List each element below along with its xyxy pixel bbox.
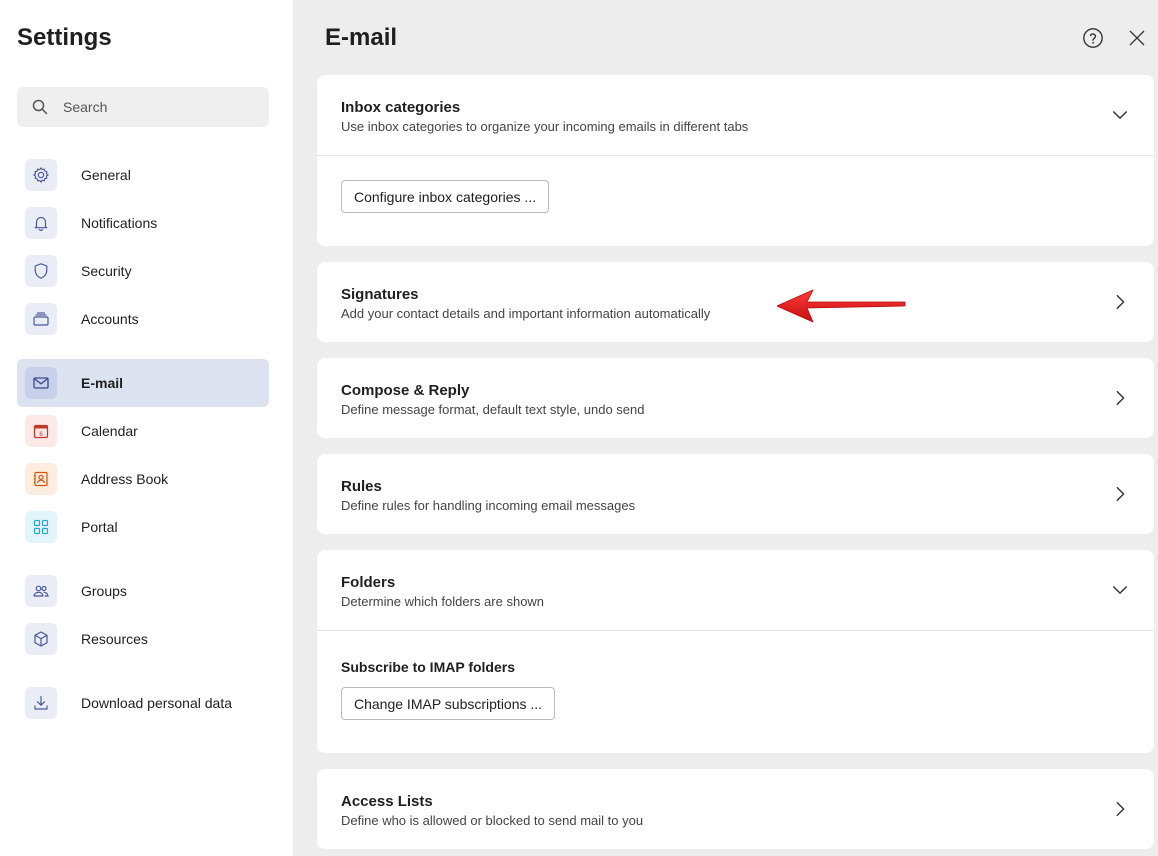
sidebar-item-label: Calendar [81, 423, 138, 439]
gear-icon [25, 159, 57, 191]
sidebar-item-calendar[interactable]: 6 Calendar [17, 407, 269, 455]
chevron-right-icon [1110, 484, 1130, 504]
chevron-right-icon [1110, 799, 1130, 819]
card-title: Inbox categories [341, 99, 461, 116]
card-inbox-categories: Inbox categories Use inbox categories to… [317, 75, 1154, 246]
card-compose-reply[interactable]: Compose & Reply Define message format, d… [317, 358, 1154, 438]
card-signatures[interactable]: Signatures Add your contact details and … [317, 262, 1154, 342]
sidebar-item-portal[interactable]: Portal [17, 503, 269, 551]
envelope-icon [25, 367, 57, 399]
shield-icon [25, 255, 57, 287]
card-title: Rules [341, 478, 382, 495]
bell-icon [25, 207, 57, 239]
close-button[interactable] [1125, 28, 1149, 52]
chevron-down-icon [1110, 580, 1130, 600]
sidebar-item-label: Download personal data [81, 695, 232, 711]
configure-inbox-categories-button[interactable]: Configure inbox categories ... [341, 180, 550, 213]
sidebar-item-security[interactable]: Security [17, 247, 269, 295]
sidebar-title: Settings [17, 24, 112, 51]
sidebar-item-general[interactable]: General [17, 151, 269, 199]
sidebar-item-groups[interactable]: Groups [17, 567, 269, 615]
card-header-compose-reply[interactable]: Compose & Reply Define message format, d… [317, 358, 1154, 438]
sidebar-item-label: Resources [81, 631, 148, 647]
sidebar-item-notifications[interactable]: Notifications [17, 199, 269, 247]
search-box[interactable] [17, 87, 269, 127]
sidebar-item-label: Portal [81, 519, 118, 535]
card-description: Use inbox categories to organize your in… [341, 119, 749, 134]
help-circle-icon [1082, 27, 1104, 54]
card-description: Determine which folders are shown [341, 594, 545, 609]
calendar-icon: 6 [25, 415, 57, 447]
download-icon [25, 687, 57, 719]
search-input[interactable] [63, 87, 263, 127]
contact-card-icon [25, 463, 57, 495]
card-title: Folders [341, 574, 396, 591]
change-imap-subscriptions-button[interactable]: Change IMAP subscriptions ... [341, 687, 556, 720]
page-title: E-mail [325, 24, 398, 51]
chevron-right-icon [1110, 292, 1130, 312]
sidebar-item-label: Notifications [81, 215, 158, 231]
annotation-arrow-icon [777, 289, 906, 323]
card-body: Configure inbox categories ... [317, 156, 1154, 246]
help-button[interactable] [1081, 27, 1105, 54]
sidebar-item-resources[interactable]: Resources [17, 615, 269, 663]
card-header-rules[interactable]: Rules Define rules for handling incoming… [317, 454, 1154, 534]
card-description: Define rules for handling incoming email… [341, 498, 636, 513]
sidebar-item-label: Address Book [81, 471, 169, 487]
card-header-inbox-categories[interactable]: Inbox categories Use inbox categories to… [317, 75, 1154, 155]
card-description: Define who is allowed or blocked to send… [341, 813, 644, 828]
card-header-access-lists[interactable]: Access Lists Define who is allowed or bl… [317, 769, 1154, 849]
sidebar-item-label: Groups [81, 583, 127, 599]
card-header-signatures[interactable]: Signatures Add your contact details and … [317, 262, 1154, 342]
sidebar-item-accounts[interactable]: Accounts [17, 295, 269, 343]
chevron-down-icon [1110, 105, 1130, 125]
card-title: Signatures [341, 286, 419, 303]
main-panel: E-mail Inbox categories Use inbox catego… [293, 0, 1158, 856]
chevron-right-icon [1110, 388, 1130, 408]
card-access-lists[interactable]: Access Lists Define who is allowed or bl… [317, 769, 1154, 849]
close-icon [1127, 28, 1147, 53]
sidebar-item-email[interactable]: E-mail [17, 359, 269, 407]
settings-window: Settings General Notifications Security [0, 0, 1158, 856]
card-description: Define message format, default text styl… [341, 402, 645, 417]
people-icon [25, 575, 57, 607]
card-title: Compose & Reply [341, 382, 470, 399]
card-body: Subscribe to IMAP folders Change IMAP su… [317, 631, 1154, 753]
sidebar-item-label: General [81, 167, 131, 183]
sidebar-item-label: Security [81, 263, 132, 279]
card-header-folders[interactable]: Folders Determine which folders are show… [317, 550, 1154, 630]
card-description: Add your contact details and important i… [341, 306, 711, 321]
section-subtitle: Subscribe to IMAP folders [341, 659, 515, 675]
cube-icon [25, 623, 57, 655]
card-rules[interactable]: Rules Define rules for handling incoming… [317, 454, 1154, 534]
sidebar-item-address-book[interactable]: Address Book [17, 455, 269, 503]
search-icon [32, 99, 48, 115]
sidebar-item-label: E-mail [81, 375, 124, 391]
sidebar-item-download-personal-data[interactable]: Download personal data [17, 679, 269, 727]
card-title: Access Lists [341, 793, 433, 810]
sidebar-item-label: Accounts [81, 311, 139, 327]
calendar-day: 6 [39, 432, 43, 438]
stack-icon [25, 303, 57, 335]
card-folders: Folders Determine which folders are show… [317, 550, 1154, 753]
grid-icon [25, 511, 57, 543]
sidebar: Settings General Notifications Security [0, 0, 293, 856]
